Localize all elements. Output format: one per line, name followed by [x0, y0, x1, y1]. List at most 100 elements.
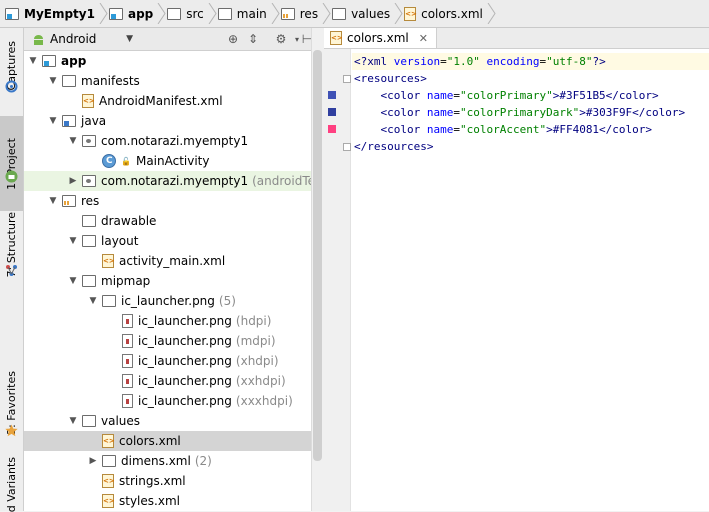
- expand-arrow-down-icon[interactable]: ▼: [48, 76, 58, 86]
- xml-file-icon: [404, 6, 417, 21]
- breadcrumb-item-app[interactable]: app: [104, 0, 166, 27]
- module-folder-icon: [42, 55, 56, 67]
- class-icon: [102, 154, 116, 168]
- code-token: <resources>: [354, 72, 427, 85]
- android-project-icon: [5, 170, 18, 183]
- tree-item[interactable]: AndroidManifest.xml: [24, 91, 355, 111]
- code-token: <color: [354, 106, 427, 119]
- image-file-icon: [122, 374, 133, 388]
- code-token: =: [440, 55, 447, 68]
- breadcrumb-label: src: [186, 6, 204, 21]
- tree-item[interactable]: ▼ java: [24, 111, 335, 131]
- tree-item[interactable]: ▼ res: [24, 191, 335, 211]
- expand-arrow-down-icon[interactable]: ▼: [48, 116, 58, 126]
- breadcrumb-item-res[interactable]: res: [276, 0, 331, 27]
- folder-icon: [332, 7, 347, 20]
- code-token: ?>: [592, 55, 606, 68]
- code-line: <color name="colorPrimaryDark">#303F9F</…: [354, 104, 709, 121]
- folder-icon: [82, 415, 96, 427]
- tree-item[interactable]: ▼ layout: [24, 231, 355, 251]
- code-area[interactable]: <?xml version="1.0" encoding="utf-8"?> <r…: [352, 53, 709, 155]
- expand-arrow-down-icon[interactable]: ▼: [48, 196, 58, 206]
- project-view-label: Android: [50, 32, 97, 46]
- folder-icon: [62, 75, 76, 87]
- fold-marker-icon[interactable]: [343, 75, 351, 83]
- code-token: "colorPrimaryDark": [459, 106, 580, 119]
- tree-item-label: ic_launcher.png: [138, 394, 232, 408]
- editor-panel: colors.xml ✕ <?xml version="1.0" encodin…: [324, 28, 709, 511]
- tree-item[interactable]: ▼ com.notarazi.myempty1: [24, 131, 355, 151]
- color-swatch-icon[interactable]: [328, 125, 336, 133]
- xml-file-icon: [102, 434, 115, 448]
- favorites-star-icon: [5, 424, 18, 437]
- breadcrumb-item-main[interactable]: main: [213, 0, 280, 27]
- tree-item[interactable]: ▼ manifests: [24, 71, 335, 91]
- code-token: name: [426, 89, 454, 102]
- close-icon[interactable]: ✕: [419, 32, 428, 45]
- code-line: <?xml version="1.0" encoding="utf-8"?>: [352, 53, 709, 70]
- image-file-icon: [122, 314, 133, 328]
- folder-icon: [82, 275, 96, 287]
- xml-file-icon: [330, 31, 343, 45]
- tab-build-variants[interactable]: d Variants: [0, 456, 23, 512]
- expand-arrow-right-icon[interactable]: ▶: [88, 456, 98, 466]
- folder-icon: [82, 215, 96, 227]
- expand-arrow-down-icon[interactable]: ▼: [28, 56, 38, 66]
- code-token: >#FF4081</color>: [546, 123, 653, 136]
- fold-marker-icon[interactable]: [343, 143, 351, 151]
- tree-item-suffix: (xhdpi): [235, 354, 279, 368]
- tree-item[interactable]: ▶ com.notarazi.myempty1 (androidTest): [24, 171, 355, 191]
- expand-arrow-down-icon[interactable]: ▼: [68, 416, 78, 426]
- expand-arrow-down-icon[interactable]: ▼: [68, 276, 78, 286]
- tree-item[interactable]: ▼ mipmap: [24, 271, 355, 291]
- xml-file-icon: [102, 474, 115, 488]
- gear-icon[interactable]: ⚙: [273, 31, 289, 47]
- expand-arrow-down-icon[interactable]: ▼: [68, 136, 78, 146]
- tab-colors-xml[interactable]: colors.xml ✕: [324, 28, 437, 48]
- project-view-selector[interactable]: Android ▼: [24, 32, 137, 46]
- tree-item-label: drawable: [101, 214, 157, 228]
- code-line: <resources>: [354, 70, 709, 87]
- folder-icon: [217, 7, 232, 20]
- breadcrumb-item-values[interactable]: values: [327, 0, 403, 27]
- tree-item-label: mipmap: [101, 274, 151, 288]
- expand-arrow-down-icon[interactable]: ▼: [88, 296, 98, 306]
- tree-item-label: activity_main.xml: [119, 254, 226, 268]
- expand-arrow-down-icon[interactable]: ▼: [68, 236, 78, 246]
- left-tool-window-strip: Captures 1: Project 7: Structure 2: Favo…: [0, 28, 24, 512]
- project-panel-toolbar: Android ▼ ⊕ ⇕ ⚙ ▾ ⊢: [24, 28, 312, 51]
- image-file-icon: [122, 354, 133, 368]
- code-token: >#3F51B5</color>: [552, 89, 659, 102]
- breadcrumb-item-src[interactable]: src: [162, 0, 217, 27]
- breadcrumb-item-myempty1[interactable]: MyEmpty1: [0, 0, 108, 27]
- tree-item-label: dimens.xml: [121, 454, 191, 468]
- tree-item[interactable]: drawable: [24, 211, 355, 231]
- breadcrumb-item-colors-xml[interactable]: colors.xml: [399, 0, 496, 27]
- tree-item[interactable]: ▼ values: [24, 411, 355, 431]
- tab-build-variants-label: d Variants: [5, 456, 18, 512]
- color-swatch-icon[interactable]: [328, 108, 336, 116]
- project-tree-scrollbar-thumb[interactable]: [313, 50, 322, 461]
- tree-item-suffix: (2): [194, 454, 212, 468]
- editor-gutter: [324, 49, 351, 511]
- code-token: <color: [354, 89, 427, 102]
- expand-arrow-right-icon[interactable]: ▶: [68, 176, 78, 186]
- tree-item-label: layout: [101, 234, 139, 248]
- lock-open-icon: 🔓: [121, 156, 131, 166]
- folder-icon: [102, 455, 116, 467]
- code-token: "colorPrimary": [459, 89, 553, 102]
- module-folder-icon: [5, 7, 19, 20]
- tree-item[interactable]: ▼ app: [24, 51, 315, 71]
- xml-file-icon: [102, 254, 115, 268]
- code-token: "colorAccent": [459, 123, 547, 136]
- tab-project[interactable]: 1: Project: [0, 116, 23, 211]
- tree-item-label: colors.xml: [119, 434, 181, 448]
- tree-item-label: ic_launcher.png: [138, 354, 232, 368]
- scroll-from-source-icon[interactable]: ⊕: [225, 31, 241, 47]
- tree-item-label: MainActivity: [135, 154, 210, 168]
- color-swatch-icon[interactable]: [328, 91, 336, 99]
- tree-item-label: java: [81, 114, 107, 128]
- image-file-icon: [122, 394, 133, 408]
- collapse-all-icon[interactable]: ⇕: [245, 31, 261, 47]
- tree-item-label: app: [61, 54, 87, 68]
